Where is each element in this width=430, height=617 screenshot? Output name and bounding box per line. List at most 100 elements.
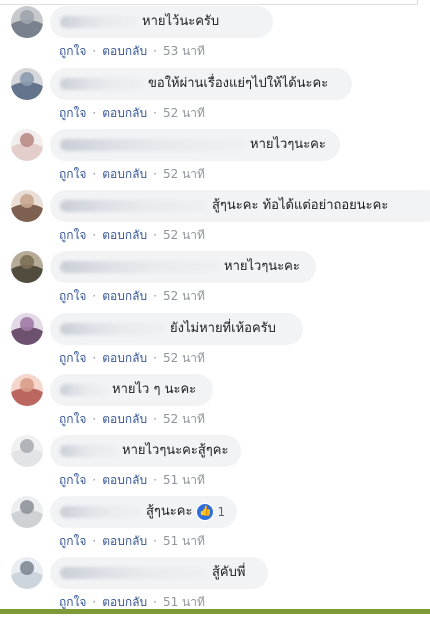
comment-text: สู้ๆนะคะ ท้อได้แต่อย่าถอยนะคะ xyxy=(212,198,389,213)
comment-bubble: หายไว ๆ นะคะ xyxy=(50,374,213,406)
comment-text: ยังไม่หายที่เห้อครับ xyxy=(170,321,276,336)
commenter-name-blurred[interactable] xyxy=(60,78,144,90)
comment-timestamp[interactable]: 52 นาที xyxy=(163,228,205,242)
reply-link[interactable]: ตอบกลับ xyxy=(102,351,147,365)
like-link[interactable]: ถูกใจ xyxy=(59,228,86,242)
comment-actions: ถูกใจ · ตอบกลับ · 52 นาที xyxy=(59,287,205,305)
like-link[interactable]: ถูกใจ xyxy=(59,167,86,181)
reply-link[interactable]: ตอบกลับ xyxy=(102,534,147,548)
top-frame-edge xyxy=(0,0,418,5)
comment-timestamp[interactable]: 51 นาที xyxy=(163,595,205,609)
separator-dot: · xyxy=(92,412,97,426)
reply-link[interactable]: ตอบกลับ xyxy=(102,167,147,181)
separator-dot: · xyxy=(92,595,97,609)
comment-timestamp[interactable]: 51 นาที xyxy=(163,534,205,548)
like-link[interactable]: ถูกใจ xyxy=(59,473,86,487)
separator-dot: · xyxy=(92,473,97,487)
comment-timestamp[interactable]: 51 นาที xyxy=(163,473,205,487)
avatar[interactable] xyxy=(11,68,43,100)
comment-actions: ถูกใจ · ตอบกลับ · 51 นาที xyxy=(59,471,205,489)
comment-bubble: สู้ๆนะคะ 👍 1 xyxy=(50,496,238,528)
avatar[interactable] xyxy=(11,435,43,467)
commenter-name-blurred[interactable] xyxy=(60,445,118,457)
like-icon: 👍 xyxy=(196,503,215,521)
separator-dot: · xyxy=(92,534,97,548)
avatar[interactable] xyxy=(11,313,43,345)
reply-link[interactable]: ตอบกลับ xyxy=(102,44,147,58)
like-link[interactable]: ถูกใจ xyxy=(59,412,86,426)
avatar[interactable] xyxy=(11,190,43,222)
avatar[interactable] xyxy=(11,129,43,161)
avatar[interactable] xyxy=(11,6,43,38)
like-link[interactable]: ถูกใจ xyxy=(59,595,86,609)
commenter-name-blurred[interactable] xyxy=(60,384,108,396)
comment-text: หายไว ๆ นะคะ xyxy=(112,382,197,397)
commenter-name-blurred[interactable] xyxy=(60,16,138,28)
like-link[interactable]: ถูกใจ xyxy=(59,44,86,58)
reply-link[interactable]: ตอบกลับ xyxy=(102,106,147,120)
comment-actions: ถูกใจ · ตอบกลับ · 52 นาที xyxy=(59,410,205,428)
comment-actions: ถูกใจ · ตอบกลับ · 52 นาที xyxy=(59,165,205,183)
comment-bubble: ขอให้ผ่านเรื่องแย่ๆไปให้ได้นะคะ xyxy=(50,68,352,100)
separator-dot: · xyxy=(153,473,157,487)
commenter-name-blurred[interactable] xyxy=(60,261,220,273)
comment-text: สู้ๆนะคะ xyxy=(146,504,193,519)
commenter-name-blurred[interactable] xyxy=(60,506,142,518)
separator-dot: · xyxy=(92,228,97,242)
commenter-name-blurred[interactable] xyxy=(60,567,208,579)
comment-bubble: หายไวๆนะคะ xyxy=(50,251,316,283)
separator-dot: · xyxy=(153,351,157,365)
comment-item: สู้ๆนะคะ 👍 1 ถูกใจ · ตอบกลับ · 51 นาที xyxy=(0,496,430,556)
reply-link[interactable]: ตอบกลับ xyxy=(102,412,147,426)
comment-item: สู้ๆนะคะ ท้อได้แต่อย่าถอยนะคะถูกใจ · ตอบกล… xyxy=(0,190,430,250)
comment-text: หายไว้นะครับ xyxy=(142,14,220,29)
separator-dot: · xyxy=(92,289,97,303)
reaction-summary[interactable]: 👍 1 xyxy=(196,503,225,521)
comment-timestamp[interactable]: 52 นาที xyxy=(163,106,205,120)
like-link[interactable]: ถูกใจ xyxy=(59,351,86,365)
reply-link[interactable]: ตอบกลับ xyxy=(102,228,147,242)
like-link[interactable]: ถูกใจ xyxy=(59,534,86,548)
separator-dot: · xyxy=(153,228,157,242)
separator-dot: · xyxy=(153,167,157,181)
comment-timestamp[interactable]: 52 นาที xyxy=(163,167,205,181)
avatar[interactable] xyxy=(11,496,43,528)
comment-bubble: หายไวๆนะคะสู้ๆคะ xyxy=(50,435,241,467)
comment-timestamp[interactable]: 52 นาที xyxy=(163,412,205,426)
reaction-count: 1 xyxy=(217,505,226,519)
comment-text: หายไวๆนะคะ xyxy=(250,137,326,152)
comment-bubble: สู้ๆนะคะ ท้อได้แต่อย่าถอยนะคะ xyxy=(50,190,430,222)
separator-dot: · xyxy=(92,351,97,365)
comment-text: สู้คับพี่ xyxy=(212,565,246,580)
separator-dot: · xyxy=(153,595,157,609)
bottom-accent-bar xyxy=(0,609,430,614)
comment-actions: ถูกใจ · ตอบกลับ · 53 นาที xyxy=(59,42,205,60)
comment-timestamp[interactable]: 52 นาที xyxy=(163,289,205,303)
reply-link[interactable]: ตอบกลับ xyxy=(102,595,147,609)
commenter-name-blurred[interactable] xyxy=(60,200,208,212)
comment-actions: ถูกใจ · ตอบกลับ · 52 นาที xyxy=(59,104,205,122)
separator-dot: · xyxy=(153,289,157,303)
comment-item: หายไว ๆ นะคะถูกใจ · ตอบกลับ · 52 นาที xyxy=(0,374,430,434)
separator-dot: · xyxy=(92,167,97,181)
comment-actions: ถูกใจ · ตอบกลับ · 51 นาที xyxy=(59,532,205,550)
reply-link[interactable]: ตอบกลับ xyxy=(102,473,147,487)
like-link[interactable]: ถูกใจ xyxy=(59,106,86,120)
comment-item: สู้คับพี่ถูกใจ · ตอบกลับ · 51 นาที xyxy=(0,557,430,617)
like-link[interactable]: ถูกใจ xyxy=(59,289,86,303)
avatar[interactable] xyxy=(11,251,43,283)
comment-text: หายไวๆนะคะสู้ๆคะ xyxy=(122,443,229,458)
commenter-name-blurred[interactable] xyxy=(60,323,166,335)
comment-item: หายไวๆนะคะสู้ๆคะถูกใจ · ตอบกลับ · 51 นาที xyxy=(0,435,430,495)
avatar[interactable] xyxy=(11,557,43,589)
comment-bubble: หายไว้นะครับ xyxy=(50,6,273,38)
comment-item: ยังไม่หายที่เห้อครับถูกใจ · ตอบกลับ · 52 นาท… xyxy=(0,313,430,373)
avatar[interactable] xyxy=(11,374,43,406)
comment-text: หายไวๆนะคะ xyxy=(224,259,300,274)
separator-dot: · xyxy=(153,412,157,426)
comment-actions: ถูกใจ · ตอบกลับ · 52 นาที xyxy=(59,226,205,244)
comment-timestamp[interactable]: 52 นาที xyxy=(163,351,205,365)
commenter-name-blurred[interactable] xyxy=(60,139,246,151)
comment-timestamp[interactable]: 53 นาที xyxy=(163,44,205,58)
reply-link[interactable]: ตอบกลับ xyxy=(102,289,147,303)
